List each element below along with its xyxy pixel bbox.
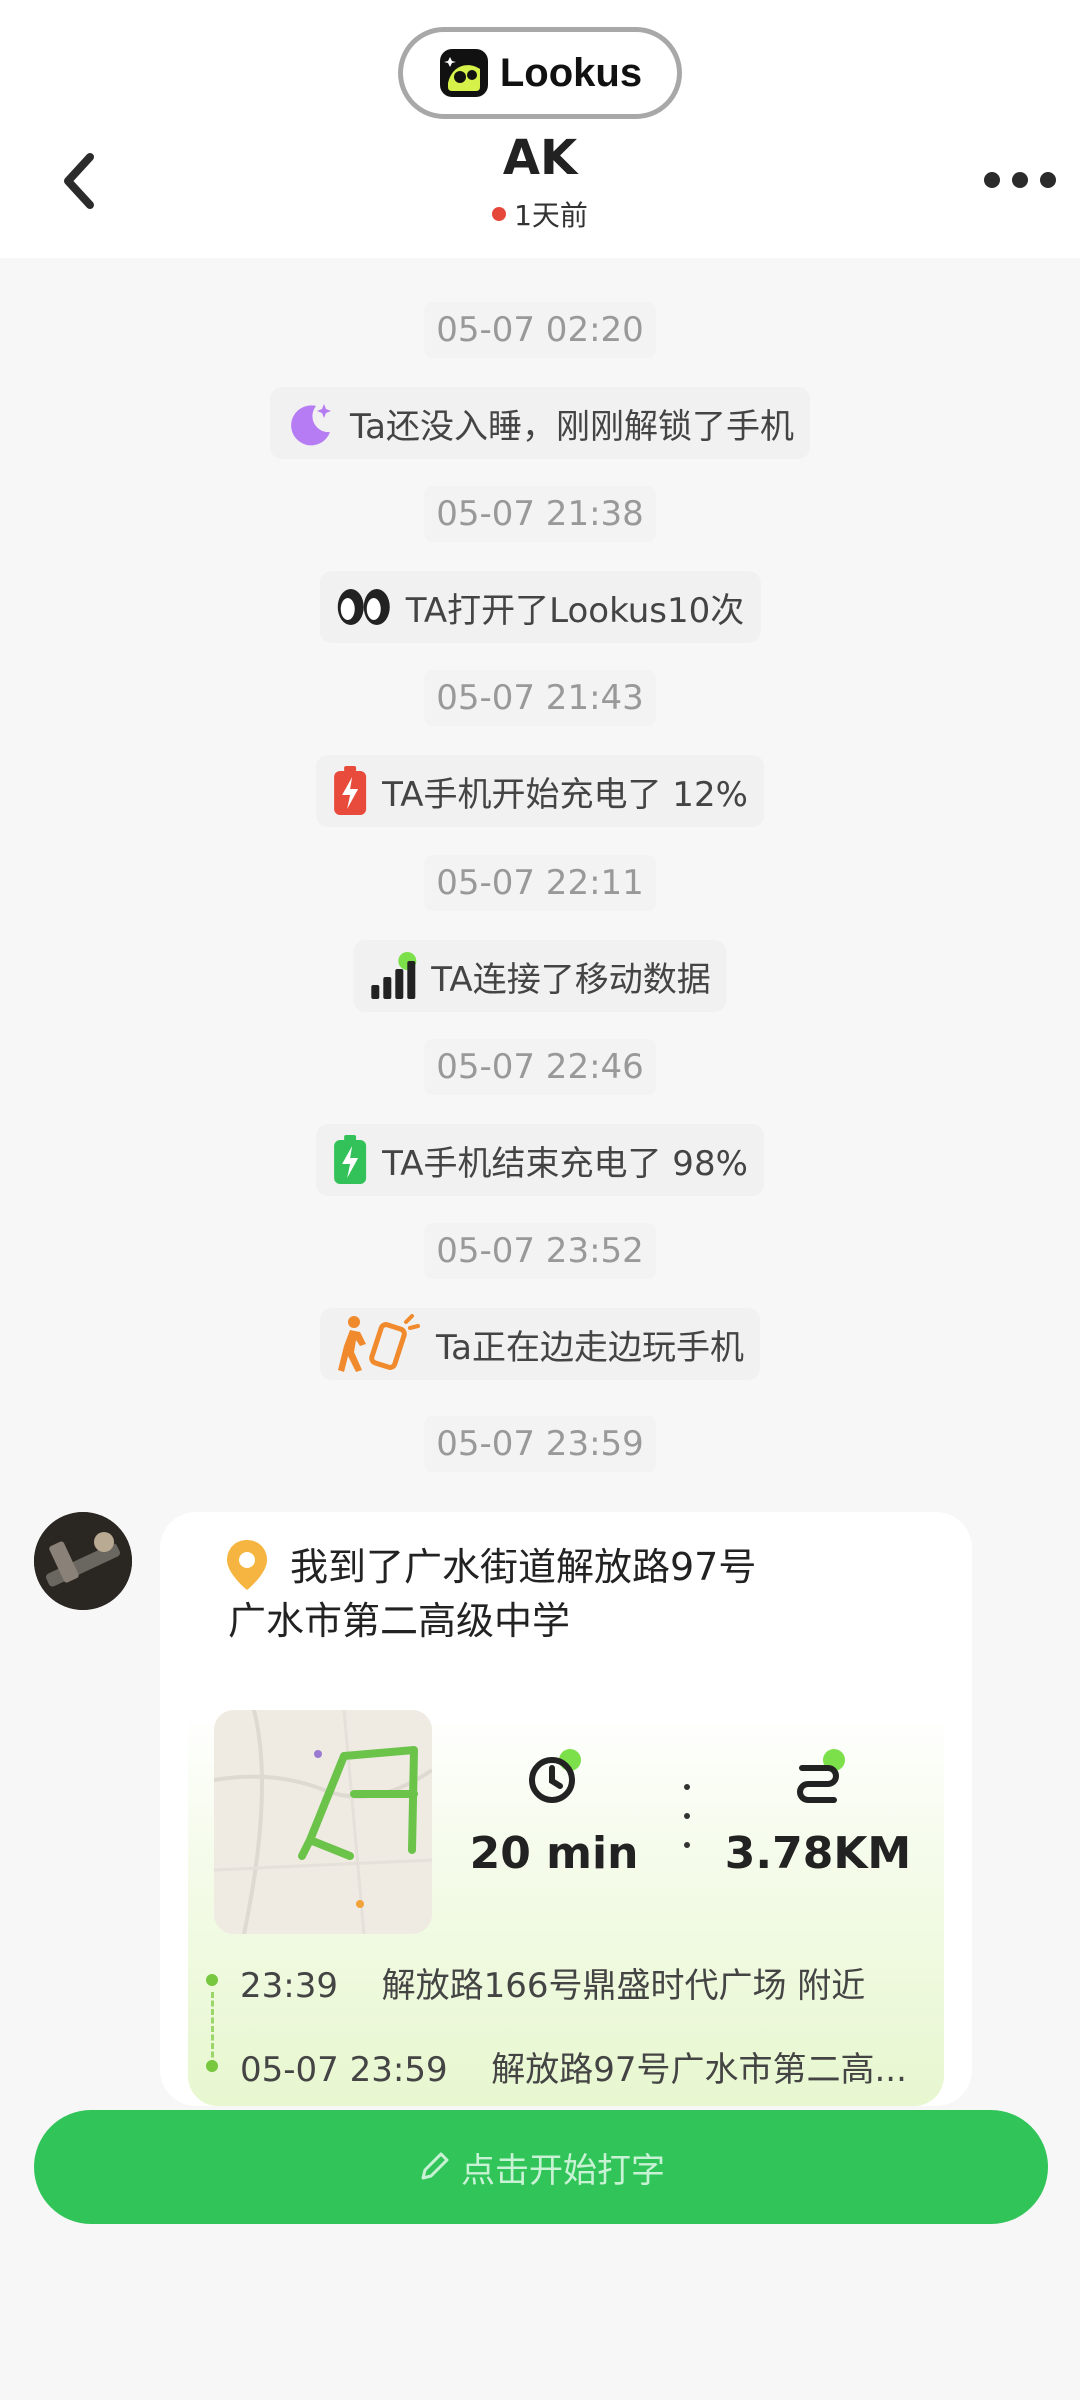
event-text: TA连接了移动数据 <box>431 959 711 1000</box>
battery-full-charging-icon <box>334 1135 367 1184</box>
event-app-opened: TA打开了Lookus10次 <box>319 571 761 643</box>
walking-phone-icon <box>338 1314 421 1372</box>
route-end-place: 解放路97号广水市第二高... <box>491 2050 907 2090</box>
timestamp: 05-07 21:43 <box>424 670 656 726</box>
more-dot-icon <box>1040 172 1056 188</box>
location-card[interactable]: 我到了广水街道解放路97号 广水市第二高级中学 20 min 3.78KM 23… <box>160 1512 972 2106</box>
pencil-icon <box>421 2152 449 2180</box>
brand-name: Lookus <box>499 50 643 95</box>
stat-divider <box>684 1784 690 1848</box>
timestamp: 05-07 02:20 <box>424 302 656 358</box>
event-sleep-unlock: Ta还没入睡，刚刚解锁了手机 <box>270 387 810 459</box>
event-text: TA手机结束充电了 98% <box>382 1143 748 1184</box>
event-charging-start: TA手机开始充电了 12% <box>316 755 764 827</box>
battery-low-charging-icon <box>334 766 367 815</box>
timestamp: 05-07 22:11 <box>424 855 656 911</box>
moon-icon <box>291 404 332 446</box>
signal-icon <box>371 952 417 999</box>
location-title: 我到了广水街道解放路97号 广水市第二高级中学 <box>228 1540 932 1648</box>
timestamp: 05-07 22:46 <box>424 1039 656 1095</box>
avatar[interactable] <box>34 1512 132 1610</box>
route-end: 05-07 23:59 解放路97号广水市第二高... <box>240 2042 907 2091</box>
header: Lookus AK 1天前 <box>0 0 1080 258</box>
route-map-thumbnail[interactable] <box>214 1710 432 1934</box>
event-text: TA打开了Lookus10次 <box>405 590 745 631</box>
distance-value: 3.78KM <box>724 1828 912 1879</box>
route-connector <box>211 1992 214 2066</box>
timestamp: 05-07 23:52 <box>424 1223 656 1279</box>
duration-value: 20 min <box>469 1828 639 1879</box>
message-input-placeholder: 点击开始打字 <box>461 2150 665 2191</box>
event-charging-end: TA手机结束充电了 98% <box>316 1124 764 1196</box>
lookus-logo-icon <box>439 49 488 97</box>
timestamp: 05-07 23:59 <box>424 1416 656 1472</box>
brand-badge: Lookus <box>398 27 682 119</box>
more-dot-icon <box>1012 172 1028 188</box>
route-start: 23:39 解放路166号鼎盛时代广场 附近 <box>240 1958 865 2007</box>
route-end-dot <box>206 2060 218 2072</box>
contact-name: AK <box>502 130 578 186</box>
more-options-button[interactable] <box>960 160 1080 200</box>
avatar-image <box>34 1512 132 1610</box>
route-start-dot <box>206 1974 218 1986</box>
event-text: TA手机开始充电了 12% <box>382 774 748 815</box>
event-text: Ta还没入睡，刚刚解锁了手机 <box>350 406 794 447</box>
route-distance-icon <box>797 1749 845 1803</box>
event-mobile-data: TA连接了移动数据 <box>353 940 727 1012</box>
route-start-time: 23:39 <box>240 1966 338 2006</box>
map-image <box>214 1710 432 1934</box>
last-seen-text: 1天前 <box>514 199 588 232</box>
status-dot <box>492 207 507 221</box>
location-title-line2: 广水市第二高级中学 <box>228 1599 571 1643</box>
more-dot-icon <box>984 172 1000 188</box>
event-text: Ta正在边走边玩手机 <box>436 1327 744 1368</box>
message-input-button[interactable]: 点击开始打字 <box>34 2110 1048 2224</box>
clock-icon <box>529 1749 581 1803</box>
eyes-icon <box>337 589 390 625</box>
event-walking-phone: Ta正在边走边玩手机 <box>320 1308 760 1380</box>
distance-stat: 3.78KM <box>718 1748 918 1879</box>
timestamp: 05-07 21:38 <box>424 486 656 542</box>
location-title-line1: 我到了广水街道解放路97号 <box>290 1545 757 1589</box>
route-start-place: 解放路166号鼎盛时代广场 附近 <box>381 1966 866 2006</box>
last-seen-status: 1天前 <box>0 194 1080 234</box>
route-end-time: 05-07 23:59 <box>240 2050 448 2090</box>
duration-stat: 20 min <box>454 1748 654 1879</box>
